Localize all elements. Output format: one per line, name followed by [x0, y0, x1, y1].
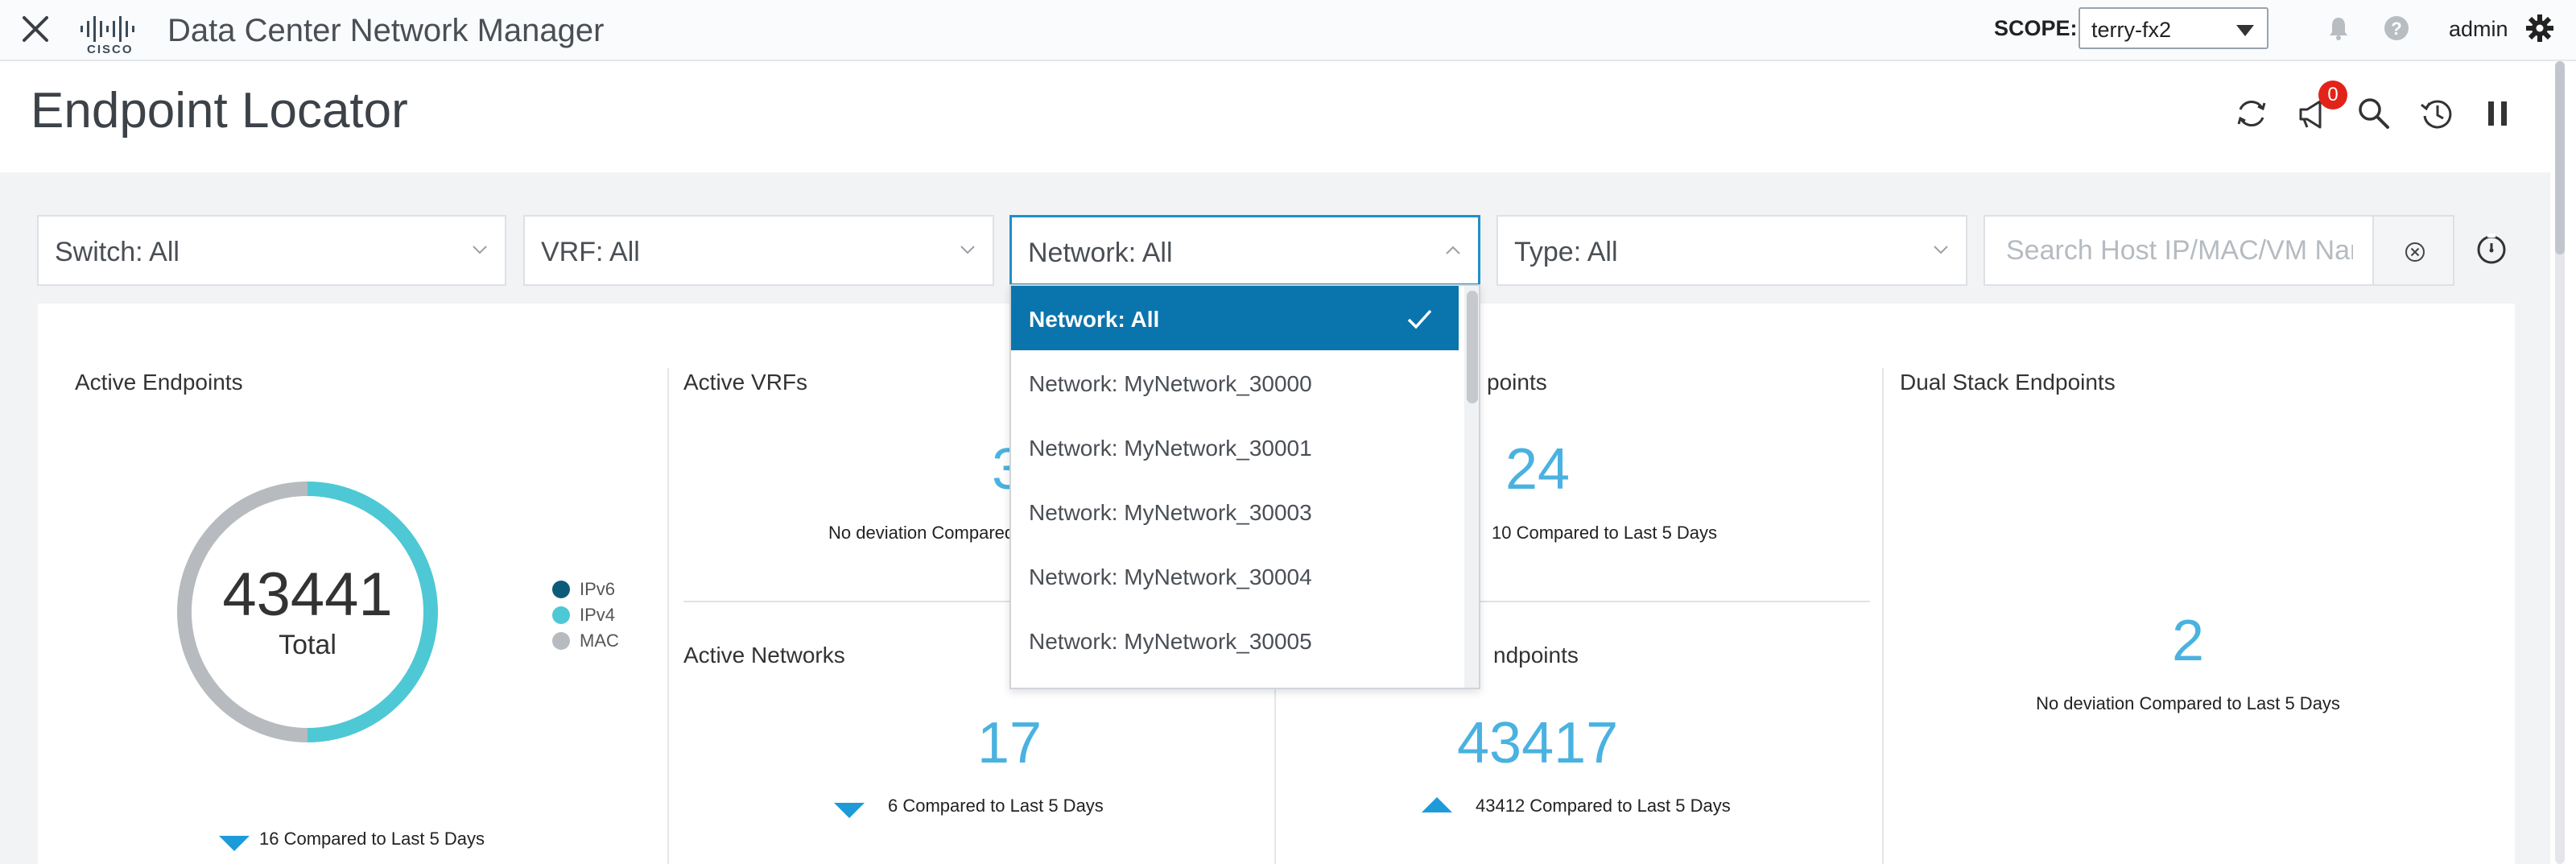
- reset-timer-icon[interactable]: [2475, 232, 2508, 266]
- network-option-label: Network: MyNetwork_30001: [1029, 436, 1312, 461]
- legend-dot-ipv6: [552, 581, 570, 598]
- endpoints-card2-title: ndpoints: [1493, 643, 1579, 668]
- network-option-label: Network: MyNetwork_30004: [1029, 564, 1312, 589]
- vrf-filter-label: VRF: All: [541, 237, 640, 267]
- search-icon[interactable]: [2354, 93, 2394, 134]
- dropdown-scrollbar-thumb[interactable]: [1467, 291, 1478, 403]
- clear-icon: [2405, 242, 2425, 262]
- card-divider: [667, 368, 669, 864]
- cisco-logo: CISCO: [80, 16, 134, 55]
- legend-dot-ipv4: [552, 606, 570, 624]
- active-endpoints-title: Active Endpoints: [75, 370, 243, 395]
- legend-label-ipv6: IPv6: [580, 579, 616, 599]
- page-title: Endpoint Locator: [31, 83, 408, 138]
- legend-label-ipv4: IPv4: [580, 605, 616, 625]
- network-filter[interactable]: Network: All: [1009, 215, 1480, 286]
- dual-stack-value: 2: [2171, 609, 2205, 673]
- active-endpoints-comparison: 16 Compared to Last 5 Days: [259, 829, 485, 849]
- scope-select[interactable]: terry-fx2: [2079, 7, 2268, 49]
- trend-down-icon: [834, 803, 865, 818]
- card-divider: [1882, 368, 1884, 864]
- refresh-icon[interactable]: [2231, 93, 2272, 134]
- checkmark-icon: [1407, 309, 1432, 329]
- svg-text:?: ?: [2391, 19, 2401, 39]
- network-option-label: Network: MyNetwork_30000: [1029, 371, 1312, 396]
- switch-filter-label: Switch: All: [55, 237, 180, 267]
- legend-dot-mac: [552, 632, 570, 650]
- active-vrfs-title: Active VRFs: [683, 370, 808, 395]
- notification-badge: 0: [2318, 81, 2347, 110]
- endpoints-total: 43441: [222, 560, 393, 629]
- endpoints-card2-comparison: 43412 Compared to Last 5 Days: [1476, 796, 1731, 816]
- switch-filter[interactable]: Switch: All: [37, 215, 506, 286]
- dual-stack-title: Dual Stack Endpoints: [1900, 370, 2116, 395]
- top-bar: CISCO Data Center Network Manager SCOPE:…: [0, 0, 2576, 61]
- trend-down-icon: [219, 836, 250, 851]
- type-filter-label: Type: All: [1514, 237, 1618, 267]
- help-icon[interactable]: ?: [2383, 14, 2410, 42]
- active-vrfs-comparison: No deviation Compared: [828, 523, 1015, 543]
- page-scrollbar-thumb[interactable]: [2555, 61, 2565, 254]
- network-option[interactable]: Network: MyNetwork_30004: [1011, 544, 1459, 608]
- endpoints-card-comparison: 10 Compared to Last 5 Days: [1492, 523, 1718, 543]
- close-icon[interactable]: [21, 14, 50, 43]
- page-header: Endpoint Locator 0: [0, 61, 2550, 172]
- active-networks-value: 17: [976, 711, 1042, 775]
- network-option[interactable]: Network: MyNetwork_30001: [1011, 415, 1459, 479]
- scope-value: terry-fx2: [2091, 18, 2172, 42]
- chevron-down-icon: [473, 246, 487, 254]
- dropdown-scrollbar[interactable]: [1464, 286, 1479, 688]
- history-icon[interactable]: [2417, 93, 2457, 134]
- scope-label: SCOPE:: [1994, 16, 2078, 40]
- dual-stack-comparison: No deviation Compared to Last 5 Days: [2036, 693, 2340, 713]
- network-option[interactable]: Network: MyNetwork_30003: [1011, 479, 1459, 544]
- pause-icon[interactable]: [2478, 93, 2518, 134]
- active-networks-comparison: 6 Compared to Last 5 Days: [888, 796, 1104, 816]
- network-option-label: Network: MyNetwork_30005: [1029, 629, 1312, 654]
- network-option-label: Network: All: [1029, 307, 1160, 332]
- endpoints-card2-value: 43417: [1457, 711, 1619, 775]
- legend-label-mac: MAC: [580, 630, 619, 651]
- caret-down-icon: [2236, 25, 2254, 36]
- type-filter[interactable]: Type: All: [1496, 215, 1967, 286]
- network-option[interactable]: Network: All: [1011, 286, 1459, 350]
- network-option[interactable]: Network: MyNetwork_30005: [1011, 608, 1459, 672]
- gear-icon[interactable]: [2525, 14, 2554, 43]
- network-dropdown-menu: Network: All Network: MyNetwork_30000 Ne…: [1009, 284, 1480, 689]
- chevron-down-icon: [1934, 246, 1948, 254]
- app-title: Data Center Network Manager: [167, 13, 605, 48]
- trend-up-icon: [1422, 797, 1452, 812]
- user-menu[interactable]: admin: [2449, 17, 2508, 42]
- network-option-label: Network: MyNetwork_30003: [1029, 500, 1312, 525]
- active-networks-title: Active Networks: [683, 643, 845, 668]
- endpoints-card-title: points: [1487, 370, 1547, 395]
- chevron-up-icon: [1446, 246, 1460, 254]
- bell-icon[interactable]: [2325, 14, 2352, 42]
- page-scrollbar[interactable]: [2555, 61, 2565, 864]
- clear-search-button[interactable]: [2372, 215, 2454, 286]
- endpoints-total-label: Total: [279, 630, 336, 660]
- network-filter-label: Network: All: [1028, 238, 1173, 268]
- vrf-filter[interactable]: VRF: All: [523, 215, 994, 286]
- chevron-down-icon: [960, 246, 975, 254]
- svg-text:CISCO: CISCO: [87, 43, 134, 55]
- search-input[interactable]: [1984, 215, 2374, 286]
- endpoints-card-value: 24: [1505, 437, 1571, 502]
- network-option[interactable]: Network: MyNetwork_30000: [1011, 350, 1459, 415]
